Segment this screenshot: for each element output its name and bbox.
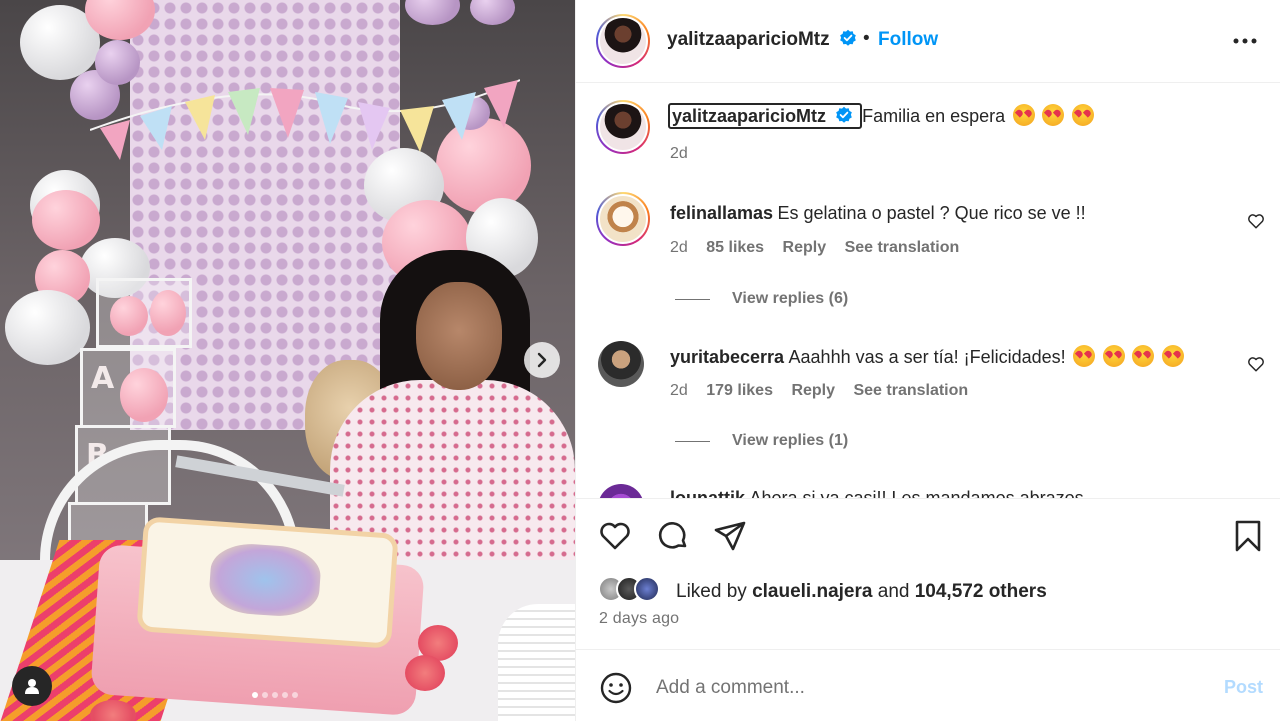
comment-meta: 2d 85 likes Reply See translation	[670, 239, 959, 257]
comment-age[interactable]: 2d	[670, 239, 688, 256]
avatar-image	[598, 341, 644, 387]
post-header: yalitzaaparicioMtz • Follow	[576, 0, 1280, 83]
separator-dot: •	[863, 28, 870, 49]
comments-list[interactable]: yalitzaaparicioMtz Familia en espera 2d …	[576, 84, 1280, 498]
carousel-dot	[272, 692, 278, 698]
plates	[498, 604, 575, 721]
user-icon	[25, 679, 39, 694]
post-photo[interactable]: A B	[0, 0, 575, 721]
author-username[interactable]: yalitzaaparicioMtz	[667, 29, 857, 51]
balloon	[5, 290, 90, 365]
balloon	[150, 290, 186, 336]
balloon	[110, 296, 148, 336]
heart-eyes-emoji	[1102, 345, 1125, 367]
commenter-username[interactable]: yuritabecerra	[670, 347, 784, 367]
comment-text: Ahora si ya casi!! Les mandamos abrazos	[749, 488, 1084, 498]
smiling-face-with-hearts-emoji	[1042, 104, 1065, 126]
carousel-dot	[252, 692, 258, 698]
comment-text: Aaahhh vas a ser tía! ¡Felicidades!	[788, 347, 1066, 367]
replies-line	[675, 440, 710, 442]
emoji-picker-icon[interactable]	[599, 671, 633, 705]
reply-button[interactable]: Reply	[783, 239, 827, 256]
view-replies-button[interactable]: View replies (1)	[675, 432, 848, 450]
heart-eyes-emoji	[1071, 104, 1094, 126]
save-bookmark-icon[interactable]	[1231, 519, 1265, 553]
verified-badge-icon	[836, 106, 852, 123]
liked-by-and: and	[877, 581, 910, 602]
carousel-dot	[292, 692, 298, 698]
next-slide-button[interactable]	[524, 342, 560, 378]
liked-by-text: Liked by claueli.najera and 104,572 othe…	[676, 581, 1047, 603]
comment-text: Es gelatina o pastel ? Que rico se ve !!	[777, 203, 1086, 223]
add-comment-bar: Post	[576, 649, 1280, 721]
view-replies-button[interactable]: View replies (6)	[675, 290, 848, 308]
see-translation-button[interactable]: See translation	[845, 239, 960, 256]
avatar-image	[598, 102, 648, 152]
heart-eyes-emoji	[1132, 345, 1155, 367]
view-replies-text: View replies (1)	[732, 432, 849, 449]
comment-age[interactable]: 2d	[670, 382, 688, 399]
balloon	[120, 368, 168, 422]
rose-decoration	[405, 655, 445, 691]
carousel-dot	[262, 692, 268, 698]
comment-likes[interactable]: 85 likes	[706, 239, 764, 256]
follow-button[interactable]: Follow	[878, 29, 938, 51]
post-actions: Liked by claueli.najera and 104,572 othe…	[576, 498, 1280, 721]
person-face	[416, 282, 502, 390]
view-replies-text: View replies (6)	[732, 290, 849, 307]
more-options-button[interactable]	[1232, 28, 1258, 54]
verified-badge-icon	[840, 29, 856, 46]
liked-by-prefix: Liked by	[676, 581, 747, 602]
heart-eyes-emoji	[1161, 345, 1184, 367]
face-blowing-kiss-emoji	[1012, 104, 1035, 126]
commenter-avatar[interactable]	[598, 484, 644, 498]
reply-button[interactable]: Reply	[791, 382, 835, 399]
chevron-right-icon	[537, 352, 547, 368]
liked-by-others[interactable]: 104,572 others	[915, 581, 1047, 602]
liked-by-user[interactable]: claueli.najera	[752, 581, 872, 602]
commenter-avatar[interactable]	[598, 341, 644, 387]
caption-avatar[interactable]	[596, 100, 650, 154]
post-sidebar: yalitzaaparicioMtz • Follow yalitzaapari…	[575, 0, 1280, 721]
balloon	[32, 190, 100, 250]
comment-meta: 2d 179 likes Reply See translation	[670, 382, 968, 400]
commenter-username[interactable]: lounattik	[670, 488, 745, 498]
commenter-avatar[interactable]	[596, 192, 650, 246]
avatar-image	[598, 194, 648, 244]
avatar-image	[598, 16, 648, 66]
share-paper-plane-icon[interactable]	[713, 519, 747, 553]
avatar-image	[598, 484, 644, 498]
like-comment-heart-icon[interactable]	[1247, 355, 1265, 373]
see-translation-button[interactable]: See translation	[853, 382, 968, 399]
caption-username-text: yalitzaaparicioMtz	[672, 106, 827, 126]
like-heart-icon[interactable]	[598, 519, 632, 553]
caption-age[interactable]: 2d	[670, 145, 688, 163]
comment-input[interactable]	[656, 673, 1196, 703]
liker-avatar	[634, 576, 660, 602]
carousel-dot	[282, 692, 288, 698]
post-date[interactable]: 2 days ago	[599, 610, 679, 628]
liked-by-avatars[interactable]	[598, 576, 660, 602]
tagged-users-button[interactable]	[12, 666, 52, 706]
more-horizontal-icon	[1233, 38, 1257, 44]
bunting-banner	[90, 79, 520, 160]
replies-line	[675, 298, 710, 300]
caption-username[interactable]: yalitzaaparicioMtz	[668, 103, 863, 129]
balloon	[470, 0, 515, 25]
post-comment-button[interactable]: Post	[1224, 677, 1263, 698]
comment-bubble-icon[interactable]	[656, 519, 690, 553]
author-username-text: yalitzaaparicioMtz	[667, 29, 830, 50]
commenter-username[interactable]: felinallamas	[670, 203, 773, 223]
balloon	[405, 0, 460, 25]
comment-likes[interactable]: 179 likes	[706, 382, 773, 399]
caption-text: Familia en espera	[862, 106, 1006, 126]
like-comment-heart-icon[interactable]	[1247, 212, 1265, 230]
heart-eyes-emoji	[1073, 345, 1096, 367]
carousel-indicator	[252, 692, 298, 698]
author-avatar[interactable]	[596, 14, 650, 68]
